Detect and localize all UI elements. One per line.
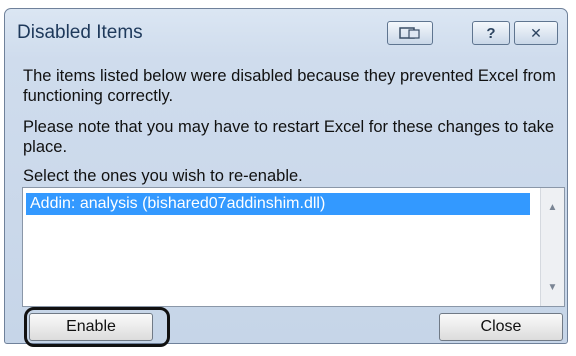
help-icon: ? bbox=[486, 24, 496, 42]
disabled-items-dialog: Disabled Items ? ✕ The items listed belo… bbox=[4, 8, 568, 347]
message-disabled-reason: The items listed below were disabled bec… bbox=[23, 67, 556, 105]
enable-button-label: Enable bbox=[66, 318, 116, 335]
close-button[interactable]: Close bbox=[439, 313, 563, 341]
message-select-instruction: Select the ones you wish to re-enable. bbox=[23, 167, 303, 185]
dialog-title: Disabled Items bbox=[17, 22, 143, 43]
scroll-up-icon[interactable]: ▲ bbox=[541, 198, 564, 216]
scroll-down-icon[interactable]: ▼ bbox=[541, 278, 564, 296]
message-restart-note: Please note that you may have to restart… bbox=[23, 118, 555, 156]
restore-button[interactable] bbox=[387, 21, 433, 45]
close-button-label: Close bbox=[480, 318, 522, 335]
enable-button[interactable]: Enable bbox=[29, 313, 153, 341]
close-icon: ✕ bbox=[530, 24, 542, 41]
close-window-button[interactable]: ✕ bbox=[514, 21, 558, 45]
list-item[interactable]: Addin: analysis (bishared07addinshim.dll… bbox=[26, 193, 530, 215]
disabled-items-list[interactable]: Addin: analysis (bishared07addinshim.dll… bbox=[22, 187, 565, 307]
window-restore-icon bbox=[388, 22, 432, 44]
help-button[interactable]: ? bbox=[472, 21, 510, 45]
list-scrollbar[interactable]: ▲ ▼ bbox=[540, 188, 564, 306]
